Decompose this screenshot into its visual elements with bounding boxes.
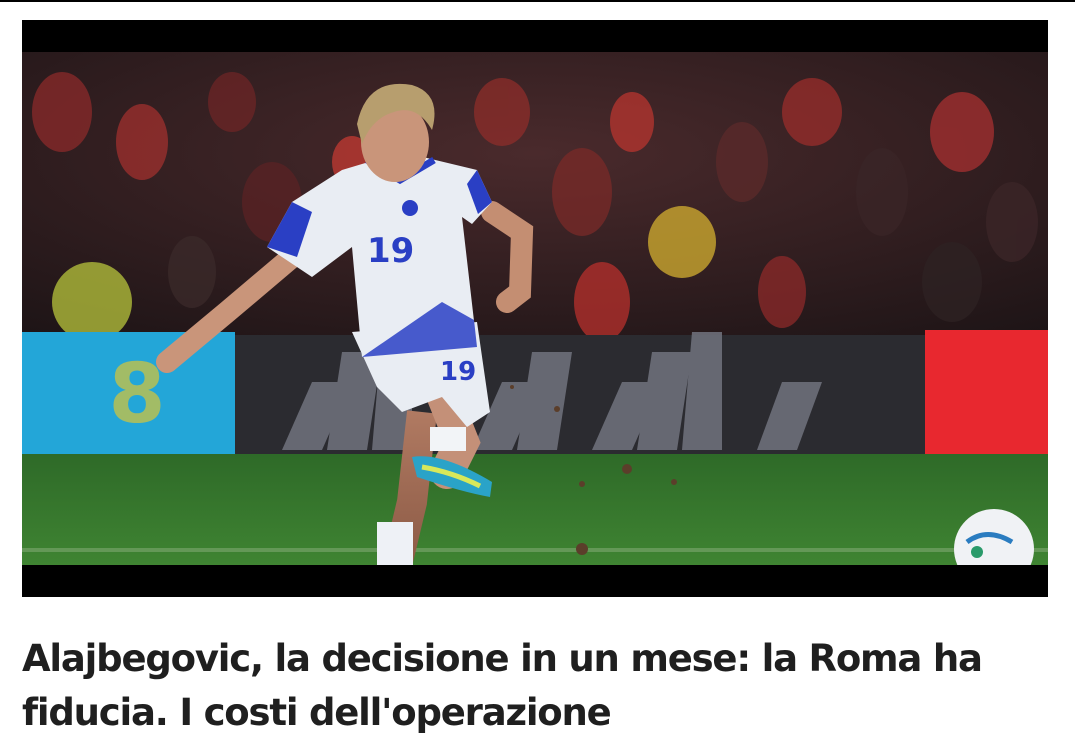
football-photo: 8 19 19 <box>22 52 1048 565</box>
hero-image[interactable]: 8 19 19 <box>22 20 1048 597</box>
article-page: 8 19 19 Alajbegovic, la decisione in un … <box>0 0 1075 748</box>
top-divider <box>0 0 1075 2</box>
svg-text:19: 19 <box>440 357 476 387</box>
article-headline[interactable]: Alajbegovic, la decisione in un mese: la… <box>22 632 1052 740</box>
svg-text:19: 19 <box>367 231 414 271</box>
board-right <box>925 330 1048 460</box>
